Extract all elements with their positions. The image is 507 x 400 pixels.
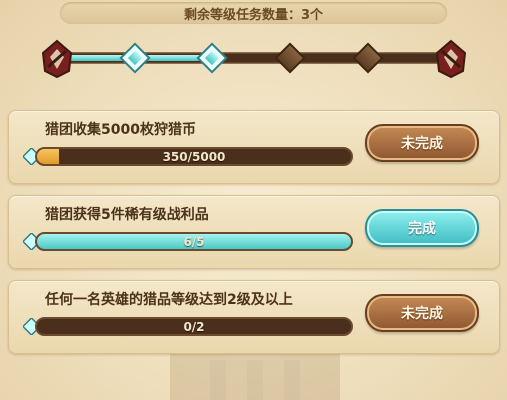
track-node-1-icon — [119, 42, 151, 74]
track-start-emblem-icon — [41, 39, 73, 79]
task-card: 猎团收集5000枚狩猎币 350/5000 未完成 — [8, 110, 500, 184]
task-progress-bar: 0/2 — [35, 317, 353, 336]
level-progress-track — [41, 39, 467, 79]
remaining-tasks-label: 剩余等级任务数量： — [183, 7, 301, 23]
track-end-emblem-icon — [435, 39, 467, 79]
task-status-button[interactable]: 未完成 — [365, 294, 479, 332]
task-progress-bar: 6/5 — [35, 232, 353, 251]
task-card: 任何一名英雄的猎品等级达到2级及以上 0/2 未完成 — [8, 280, 500, 354]
remaining-tasks-count: 3个 — [300, 7, 324, 23]
task-title: 猎团获得5件稀有级战利品 — [45, 207, 209, 223]
task-progress-text: 6/5 — [183, 234, 205, 249]
task-status-button[interactable]: 未完成 — [365, 124, 479, 162]
task-progress-text: 0/2 — [183, 319, 205, 334]
task-title: 任何一名英雄的猎品等级达到2级及以上 — [45, 292, 293, 308]
task-title: 猎团收集5000枚狩猎币 — [45, 122, 196, 138]
task-card: 猎团获得5件稀有级战利品 6/5 完成 — [8, 195, 500, 269]
track-node-4-icon — [352, 42, 384, 74]
remaining-tasks-header: 剩余等级任务数量： 3个 — [60, 2, 447, 24]
task-complete-button[interactable]: 完成 — [365, 209, 479, 247]
track-node-2-icon — [196, 42, 228, 74]
task-progress-bar: 350/5000 — [35, 147, 353, 166]
task-progress-text: 350/5000 — [162, 149, 226, 164]
track-node-3-icon — [274, 42, 306, 74]
